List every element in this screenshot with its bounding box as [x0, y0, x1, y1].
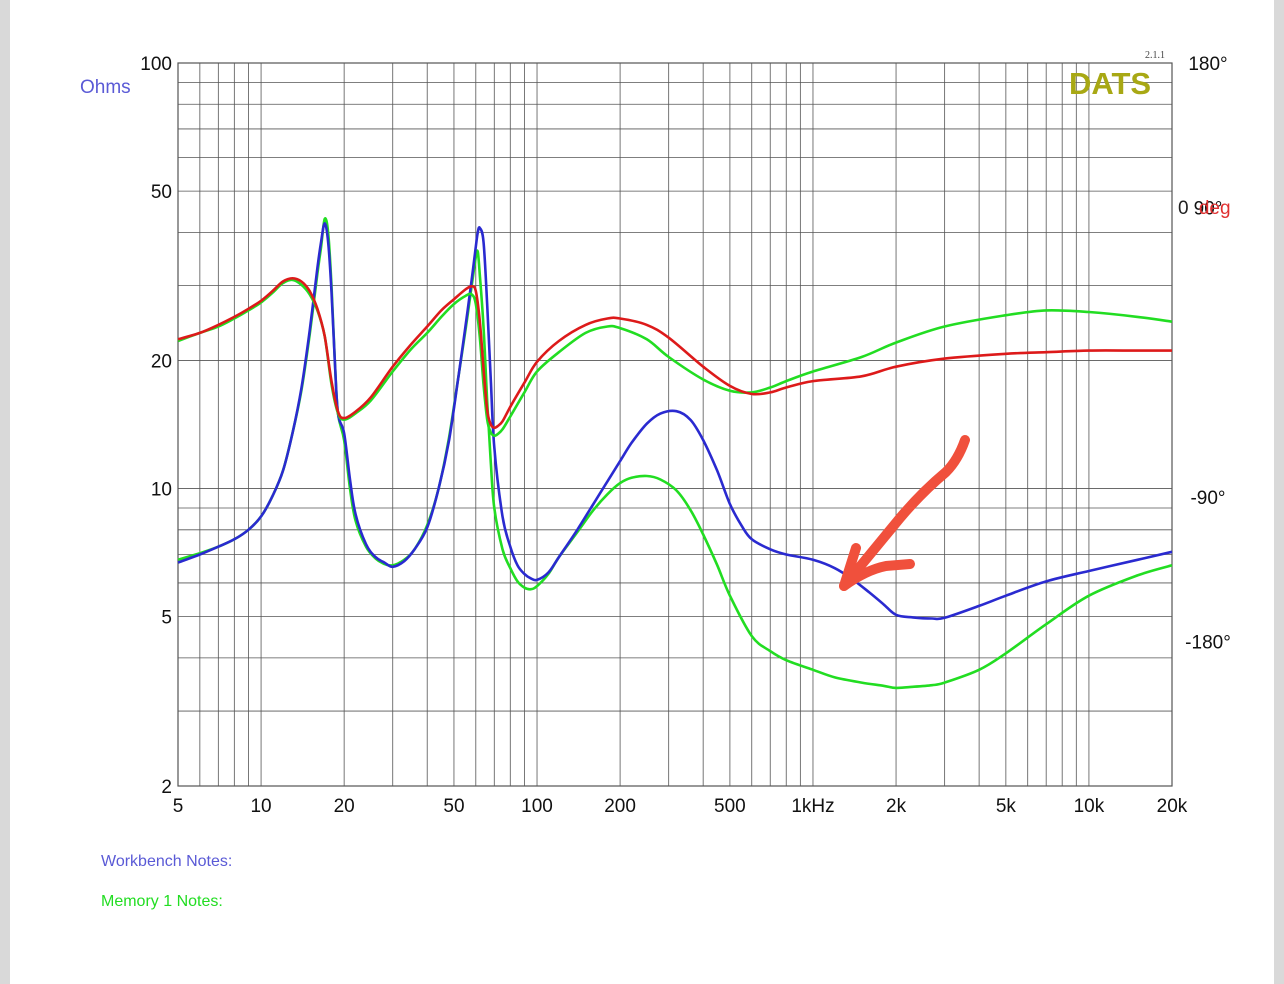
workbench-notes-label: Workbench Notes: [101, 853, 233, 870]
x-tick-label: 500 [714, 796, 746, 817]
x-tick-label: 5 [173, 796, 184, 817]
x-tick-label: 100 [521, 796, 553, 817]
memory-notes-label: Memory 1 Notes: [101, 893, 223, 910]
x-tick-label: 10k [1074, 796, 1105, 817]
x-tick-label: 20k [1157, 796, 1188, 817]
report-page: 5 10 20 50 100 200 500 1kHz 2k 5k 10k 20k 100 50 20 10 5… [10, 0, 1274, 984]
x-tick-label: 200 [604, 796, 636, 817]
x-tick-label: 2k [886, 796, 907, 817]
x-tick-label: 5k [996, 796, 1017, 817]
y-tick-label: 10 [151, 480, 172, 501]
series-line-workbench-phase [177, 277, 1172, 430]
y-tick-label: 2 [161, 777, 172, 798]
dats-logo: DATS [1069, 66, 1151, 101]
x-tick-label: 50 [443, 796, 464, 817]
series-line-memory-impedance [177, 217, 1173, 690]
grid [177, 62, 1173, 787]
y-tick-label: 5 [161, 608, 172, 629]
plot-frame [177, 62, 1173, 787]
y-tick-label: 20 [151, 351, 172, 372]
version-label: 2.1.1 [1145, 50, 1165, 61]
y-tick-label: 50 [151, 182, 172, 203]
y-axis-label: Ohms [80, 77, 131, 98]
tick-labels: 5 10 20 50 100 200 500 1kHz 2k 5k 10k 20k1005020105… [140, 54, 1231, 817]
y2-tick-label: 180° [1188, 54, 1227, 75]
annotation-arrow [839, 435, 970, 591]
x-tick-label: 1kHz [791, 796, 834, 817]
y2-tick-label: -180° [1185, 632, 1231, 653]
series-line-workbench-impedance [177, 222, 1173, 621]
y2-axis-label: 0 deg [1178, 198, 1231, 219]
y2-tick-label: -90° [1190, 488, 1225, 509]
y-tick-label: 100 [140, 54, 172, 75]
y2-axis-unit: deg [1199, 198, 1231, 219]
x-tick-label: 20 [334, 796, 355, 817]
x-tick-label: 10 [250, 796, 271, 817]
y2-axis-zero: 0 [1178, 198, 1189, 219]
plot-series [177, 217, 1173, 690]
impedance-phase-chart: 5 10 20 50 100 200 500 1kHz 2k 5k 10k 20k1005020105… [80, 50, 1231, 817]
